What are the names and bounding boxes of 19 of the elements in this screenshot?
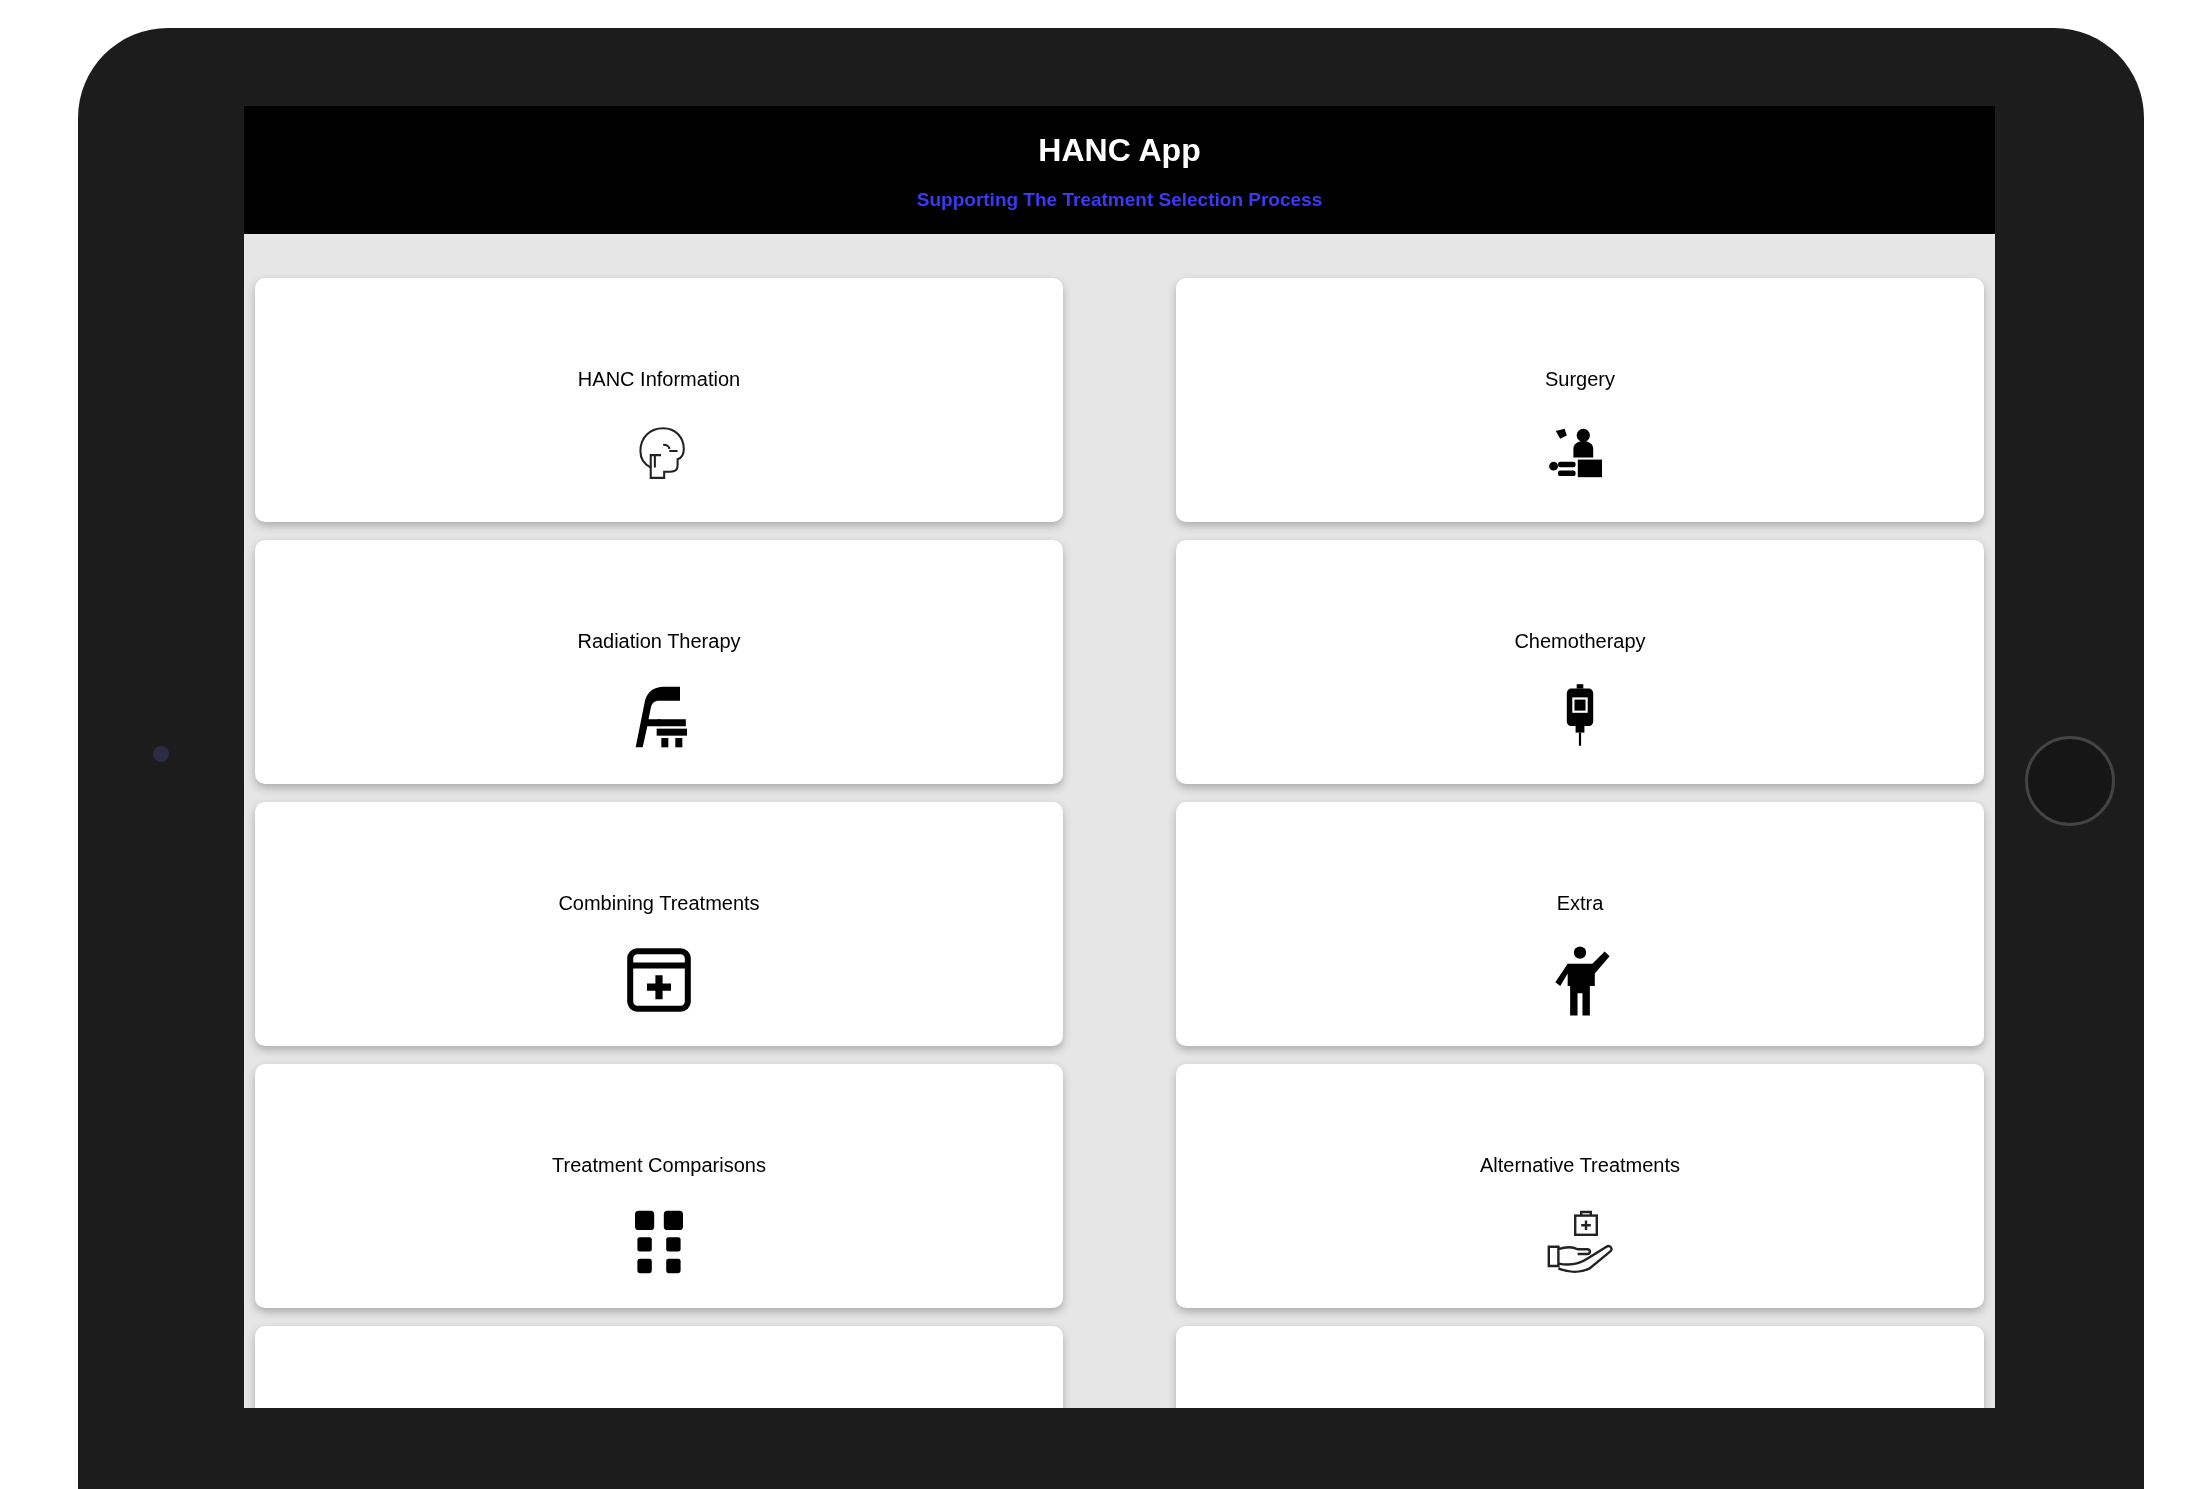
menu-card[interactable]: Radiation Therapy: [255, 540, 1063, 784]
card-title: Alternative Treatments: [1479, 1153, 1681, 1178]
camera-icon: [153, 746, 169, 762]
menu-card[interactable]: HANC Information: [255, 278, 1063, 522]
app-title: HANC App: [1038, 130, 1201, 170]
menu-card[interactable]: Chemotherapy: [1176, 540, 1984, 784]
app-subtitle: Supporting The Treatment Selection Process: [916, 187, 1323, 212]
card-title: Radiation Therapy: [577, 629, 741, 654]
menu-card[interactable]: Treatment Comparisons: [255, 1064, 1063, 1308]
card-title: HANC Information: [577, 367, 741, 392]
menu-card[interactable]: Alternative Treatments: [1176, 1064, 1984, 1308]
menu-card[interactable]: Extra: [1176, 802, 1984, 1046]
menu-card[interactable]: Surgery: [1176, 278, 1984, 522]
card-title: Extra: [1556, 891, 1604, 916]
menu-card[interactable]: Combining Treatments: [255, 802, 1063, 1046]
card-title: Treatment Comparisons: [552, 1153, 766, 1178]
card-title: Surgery: [1545, 367, 1615, 392]
card-title: Chemotherapy: [1514, 629, 1646, 654]
card-title: Combining Treatments: [558, 891, 760, 916]
